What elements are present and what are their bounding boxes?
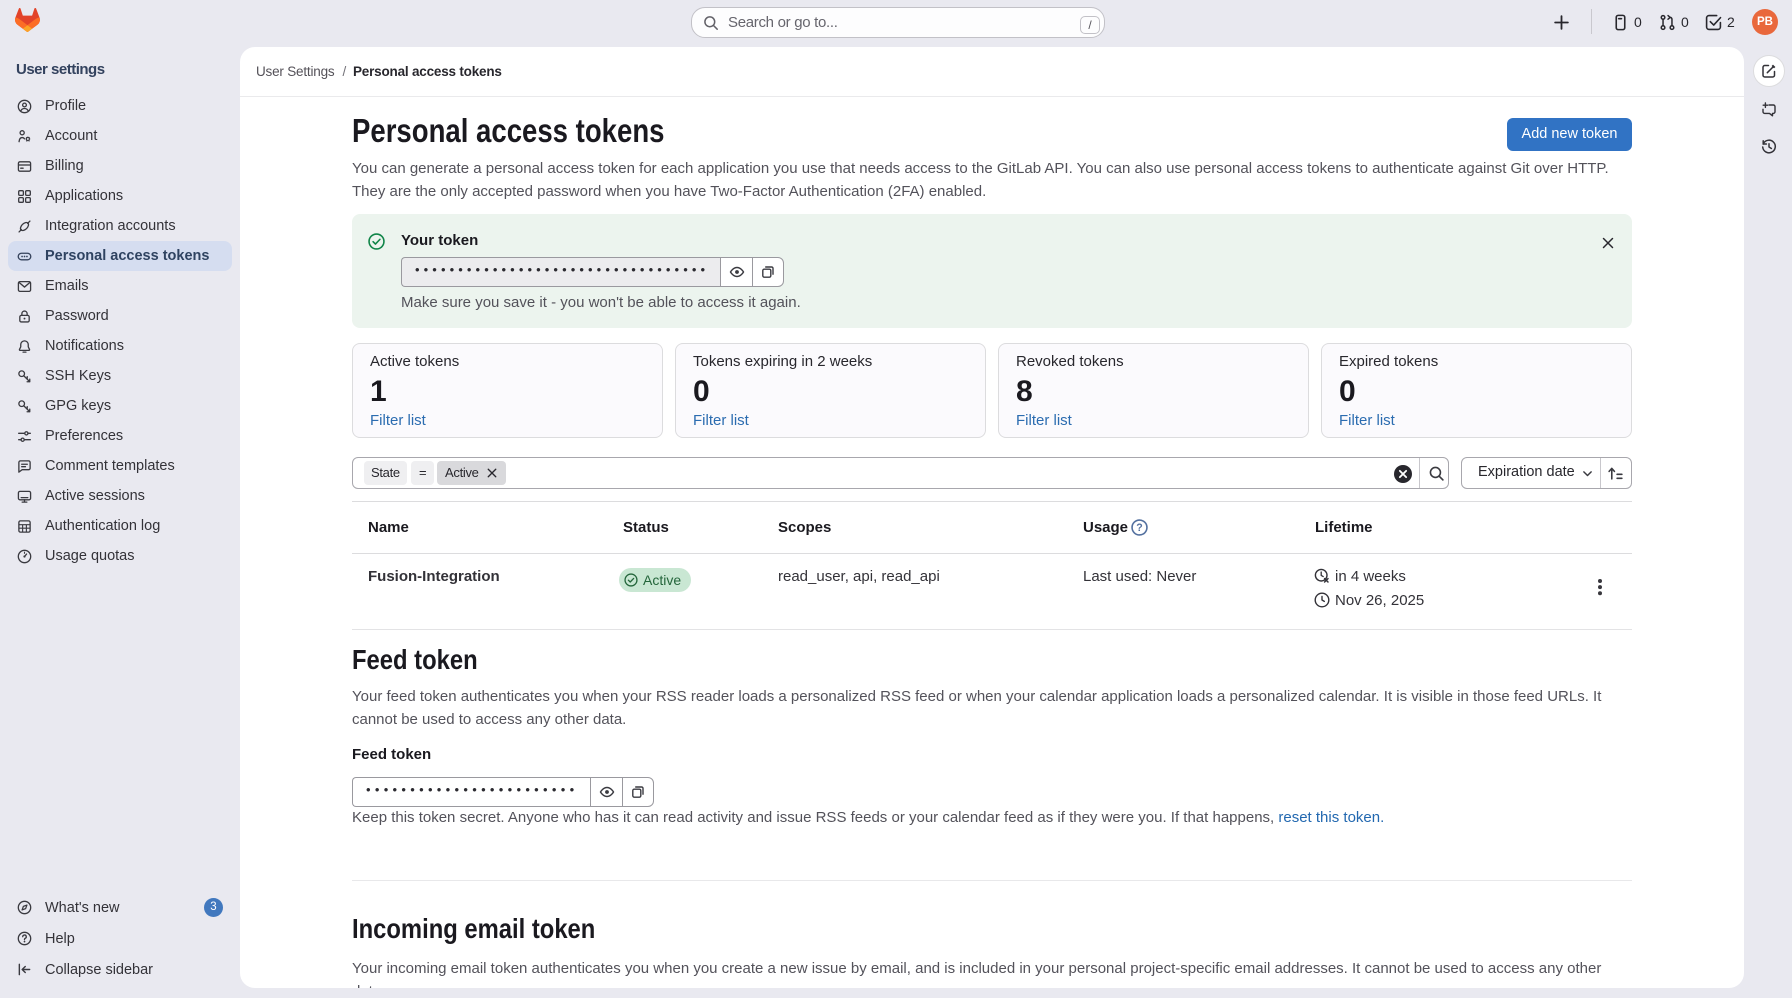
svg-text:?: ?: [1136, 522, 1142, 534]
